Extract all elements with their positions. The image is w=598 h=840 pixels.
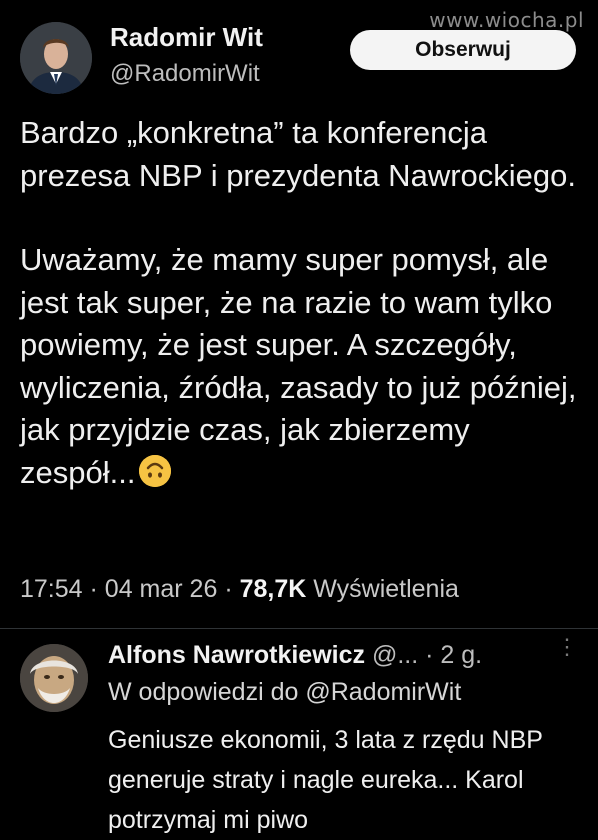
author-block: Radomir Wit @RadomirWit — [110, 22, 263, 90]
avatar-image — [20, 22, 92, 94]
reply-to-label[interactable]: W odpowiedzi do @RadomirWit — [108, 678, 461, 707]
author-name[interactable]: Radomir Wit — [110, 22, 263, 52]
tweet-meta: 17:54 · 04 mar 26 · 78,7K Wyświetlenia — [20, 575, 459, 604]
meta-separator: · — [89, 575, 105, 603]
views-label: Wyświetlenia — [313, 575, 459, 603]
author-handle[interactable]: @RadomirWit — [110, 58, 263, 90]
upside-down-face-icon — [139, 454, 172, 487]
follow-button[interactable]: Obserwuj — [350, 30, 576, 70]
more-options-icon[interactable]: ⋮ — [556, 636, 578, 658]
reply-author-name[interactable]: Alfons Nawrotkiewicz — [108, 641, 365, 669]
meta-separator: · — [224, 575, 240, 603]
tweet-paragraph-2-text: Uważamy, że mamy super pomysł, ale jest … — [20, 242, 577, 490]
tweet-paragraph-2: Uważamy, że mamy super pomysł, ale jest … — [20, 239, 580, 494]
reply-author-handle[interactable]: @... — [372, 641, 418, 669]
reply-avatar-image — [20, 644, 88, 712]
reply-time[interactable]: 2 g. — [440, 641, 482, 669]
reply-text: Geniusze ekonomii, 3 lata z rzędu NBP ge… — [108, 726, 543, 834]
views-count: 78,7K — [239, 575, 307, 603]
tweet-paragraph-1: Bardzo „konkretna” ta konferencja prezes… — [20, 115, 576, 193]
reply-separator: · — [425, 641, 441, 669]
reply-header: Alfons Nawrotkiewicz @... · 2 g. — [108, 640, 482, 670]
tweet-time[interactable]: 17:54 — [20, 575, 83, 603]
tweet-header: Radomir Wit @RadomirWit Obserwuj — [20, 20, 578, 100]
avatar[interactable] — [20, 22, 92, 94]
reply-avatar[interactable] — [20, 644, 88, 712]
divider — [0, 628, 598, 629]
tweet-body: Bardzo „konkretna” ta konferencja prezes… — [20, 112, 580, 494]
tweet-date[interactable]: 04 mar 26 — [105, 575, 218, 603]
